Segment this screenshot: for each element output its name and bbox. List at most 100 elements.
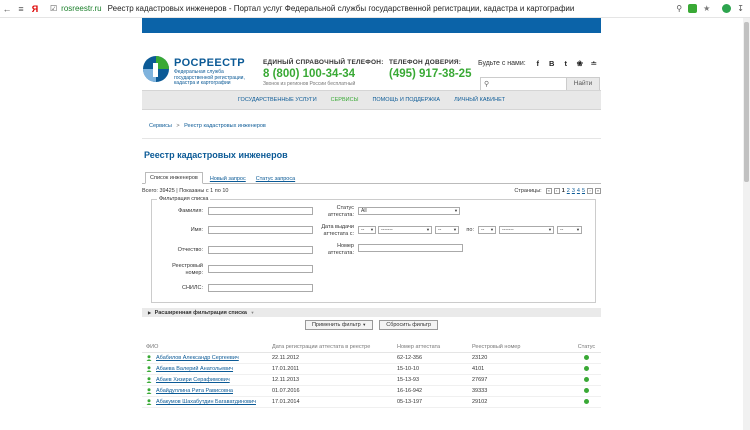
engineer-name[interactable]: Абакумов Шахабутдин Багаватдинович [156, 399, 256, 405]
cert-number: 62-12-356 [397, 355, 423, 361]
reg-date: 17.01.2011 [272, 366, 300, 372]
status-active-icon [584, 354, 589, 360]
snils-label: СНИЛС: [181, 285, 203, 291]
facebook-icon[interactable]: f [533, 59, 543, 68]
chevron-down-icon: ▼ [426, 227, 430, 232]
browser-toolbar: ← ≡ Я ☑ rosreestr.ru Реестр кадастровых … [0, 0, 750, 18]
patronymic-label: Отчество: [177, 247, 203, 253]
social-label: Будьте с нами: [478, 60, 526, 67]
cert-number: 16-16-942 [397, 388, 423, 394]
address-domain: rosreestr.ru [61, 4, 102, 13]
nav-item-help[interactable]: ПОМОЩЬ И ПОДДЕРЖКА [372, 97, 440, 103]
odnoklassniki-icon[interactable]: ❀ [575, 59, 585, 68]
download-icon[interactable]: ↧ [737, 4, 744, 13]
page-3[interactable]: 3 [572, 188, 575, 194]
vk-icon[interactable]: В [547, 59, 557, 68]
surname-input[interactable] [208, 207, 313, 215]
page-title: Реестр кадастровых инженеров [144, 150, 288, 160]
page-2[interactable]: 2 [567, 188, 570, 194]
reg-date: 22.11.2012 [272, 355, 300, 361]
extension-icon[interactable] [722, 4, 732, 13]
status-active-icon [584, 387, 589, 393]
next-page-icon[interactable]: › [587, 188, 593, 194]
breadcrumb-current[interactable]: Реестр кадастровых инженеров [184, 123, 266, 129]
filter-buttons: Применить фильтр ▼ Сбросить фильтр [142, 320, 601, 330]
name-input[interactable] [208, 226, 313, 234]
breadcrumb-services[interactable]: Сервисы [149, 123, 172, 129]
extended-filter-toggle[interactable]: ▶ Расширенная фильтрация списка ▼ [142, 308, 601, 317]
rss-icon[interactable]: ≐ [589, 59, 599, 68]
site-search: ⚲ Найти [480, 77, 600, 91]
trust-line-label: ТЕЛЕФОН ДОВЕРИЯ: [389, 59, 462, 66]
header-reg-date: Дата регистрации аттестата в реестре [272, 344, 371, 350]
registry-number: 29102 [472, 399, 488, 405]
date-to-day[interactable]: -- ▼ [478, 226, 496, 234]
hotline-note: Звонок из регионов России бесплатный [263, 81, 356, 87]
yandex-logo[interactable]: Я [28, 4, 42, 14]
list-meta: Всего: 39425 | Показаны с 1 по 10 Страни… [142, 188, 601, 194]
date-to-year[interactable]: -- ▼ [557, 226, 582, 234]
page-1[interactable]: 1 [562, 188, 565, 194]
patronymic-input[interactable] [208, 246, 313, 254]
page-4[interactable]: 4 [577, 188, 580, 194]
apply-filter-button[interactable]: Применить фильтр ▼ [304, 320, 374, 330]
brand-subtitle: Федеральная служба государственной регис… [174, 69, 245, 87]
pages-label: Страницы: [514, 188, 542, 194]
twitter-icon[interactable]: t [561, 59, 571, 68]
nav-item-account[interactable]: ЛИЧНЫЙ КАБИНЕТ [454, 97, 505, 103]
back-icon[interactable]: ← [0, 4, 14, 14]
engineer-name[interactable]: Абайдуллина Рита Рависовна [156, 388, 233, 394]
date-from-month[interactable]: ------- ▼ [378, 226, 432, 234]
date-to-month[interactable]: ------- ▼ [499, 226, 554, 234]
tab-new-request[interactable]: Новый запрос [207, 174, 249, 184]
person-icon [146, 388, 152, 394]
snils-input[interactable] [208, 284, 313, 292]
last-page-icon[interactable]: » [595, 188, 601, 194]
status-label: Статус аттестата: [327, 205, 354, 218]
first-page-icon[interactable]: « [545, 188, 552, 194]
reset-filter-button[interactable]: Сбросить фильтр [379, 320, 439, 330]
breadcrumb: Сервисы > Реестр кадастровых инженеров [149, 123, 601, 129]
protect-icon[interactable] [688, 4, 698, 13]
scrollbar-thumb[interactable] [744, 22, 749, 182]
search-input[interactable]: ⚲ [481, 78, 566, 90]
search-icon: ⚲ [484, 81, 490, 88]
reg-date: 01.07.2016 [272, 388, 300, 394]
tab-request-status[interactable]: Статус запроса [253, 174, 298, 184]
table-row: Абабилов Александр Сергеевич 22.11.2012 … [142, 353, 601, 364]
reg-number-input[interactable] [208, 265, 313, 273]
header-name: ФИО [146, 344, 159, 350]
tab-engineers-list[interactable]: Список инженеров [145, 172, 203, 184]
table-row: Абайдуллина Рита Рависовна 01.07.2016 16… [142, 386, 601, 397]
main-content: Сервисы > Реестр кадастровых инженеров Р… [142, 114, 601, 408]
nav-item-services[interactable]: ГОСУДАРСТВЕННЫЕ УСЛУГИ [238, 97, 317, 103]
extended-filter-label: Расширенная фильтрация списка [154, 310, 247, 316]
date-to-label: по: [466, 227, 474, 233]
cert-number-label: Номер аттестата: [327, 243, 354, 256]
chevron-down-icon: ▼ [370, 227, 374, 232]
rosreestr-logo[interactable] [142, 55, 170, 83]
registry-number: 23120 [472, 355, 488, 361]
engineer-name[interactable]: Абаев Хизири Серафимович [156, 377, 230, 383]
page: РОСРЕЕСТР Федеральная служба государстве… [0, 18, 750, 430]
registry-number: 27697 [472, 377, 488, 383]
search-button[interactable]: Найти [566, 78, 599, 90]
date-from-day[interactable]: -- ▼ [358, 226, 376, 234]
engineer-name[interactable]: Абабилов Александр Сергеевич [156, 355, 239, 361]
table-row: Абакумов Шахабутдин Багаватдинович 17.01… [142, 397, 601, 408]
lock-icon: ☑ [50, 4, 58, 13]
status-select[interactable]: All ▼ [358, 207, 460, 215]
cert-number-input[interactable] [358, 244, 463, 252]
address-bar[interactable]: ☑ rosreestr.ru Реестр кадастровых инжене… [46, 2, 676, 16]
address-title: Реестр кадастровых инженеров - Портал ус… [107, 4, 575, 13]
person-icon [146, 355, 152, 361]
menu-icon[interactable]: ≡ [14, 4, 28, 14]
nav-item-tools[interactable]: СЕРВИСЫ [331, 97, 359, 103]
search-icon[interactable]: ⚲ [676, 4, 682, 13]
page-5[interactable]: 5 [582, 188, 585, 194]
registry-number: 39333 [472, 388, 488, 394]
status-select-value: All [361, 208, 367, 214]
engineer-name[interactable]: Абаева Валерий Анатольевич [156, 366, 233, 372]
bookmark-star-icon[interactable]: ★ [703, 4, 710, 13]
prev-page-icon[interactable]: ‹ [553, 188, 560, 194]
